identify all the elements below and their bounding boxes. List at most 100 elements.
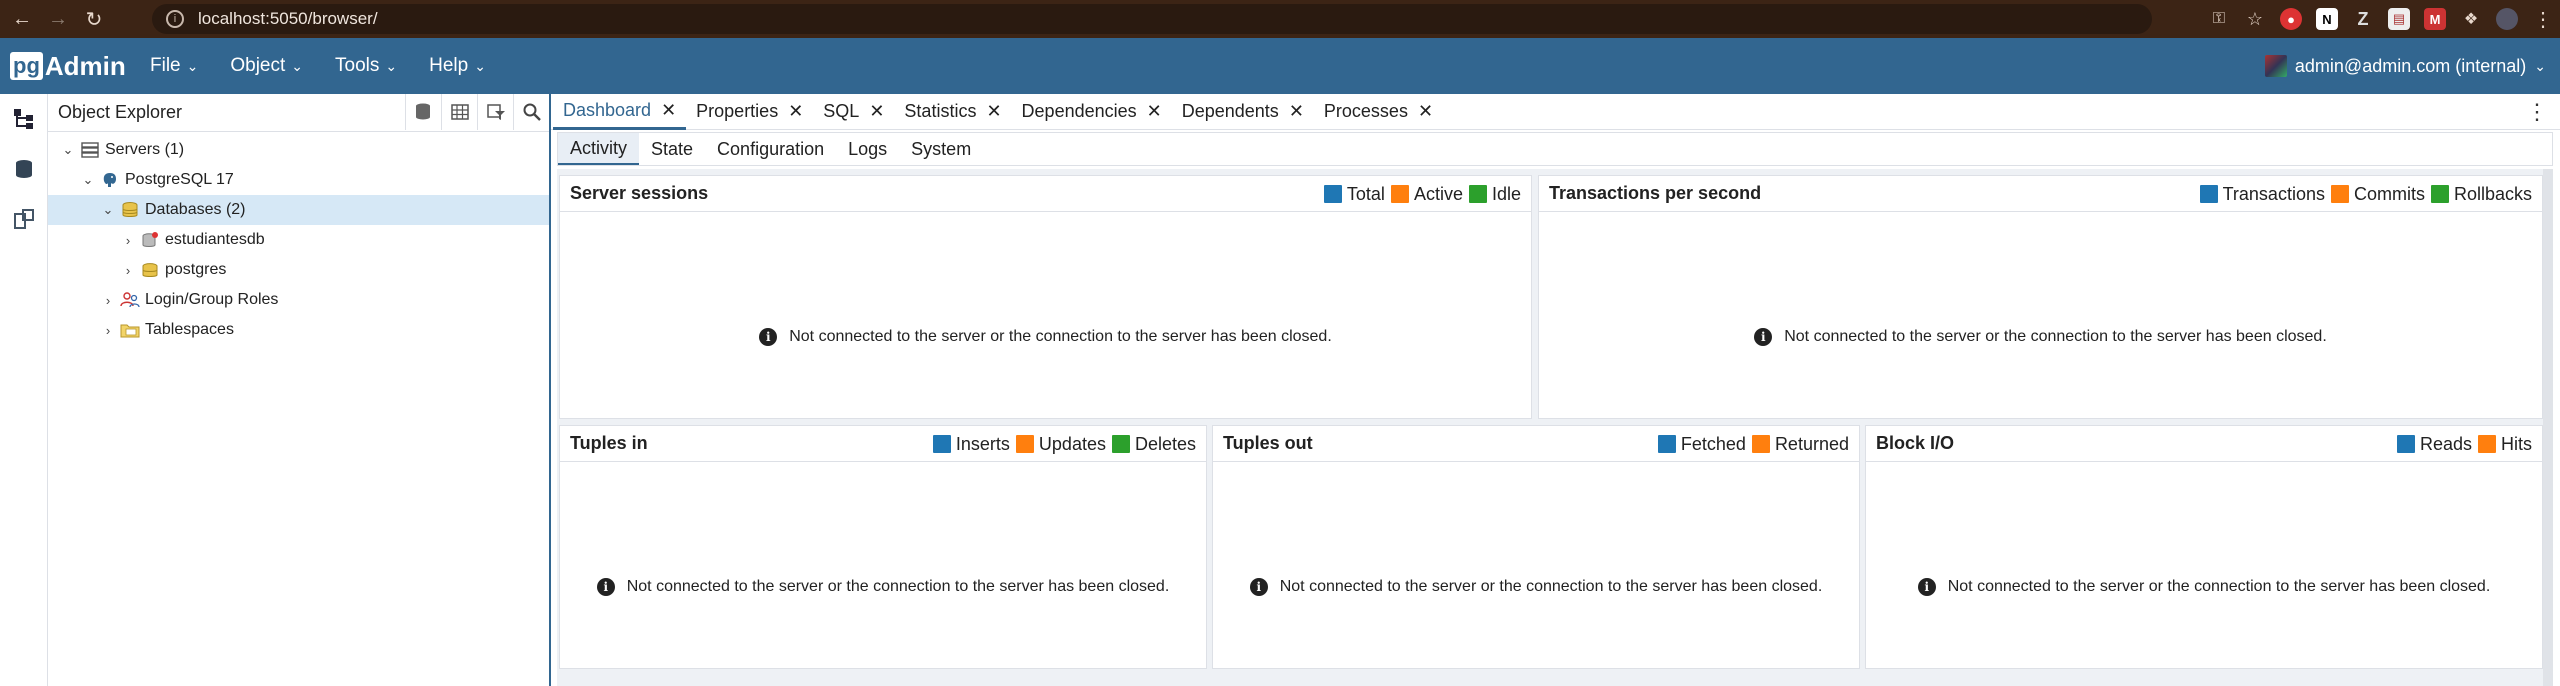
card-title: Transactions per second [1549,183,1762,203]
card-title: Block I/O [1876,433,1955,453]
app-header: pg Admin File ⌄ Object ⌄ Tools ⌄ Help ⌄ admin… [0,38,2560,94]
left-icon-rail [0,94,48,686]
tab-dashboard[interactable]: Dashboard ✕ [553,94,687,130]
extension-red-icon[interactable]: ● [2280,8,2302,30]
chevron-down-icon[interactable]: ⌄ [58,142,78,158]
databases-icon [120,201,140,219]
tree-node-postgresql-17[interactable]: ⌄ PostgreSQL 17 [48,165,549,195]
reload-icon[interactable]: ↻ [80,5,108,33]
legend-item[interactable]: Idle [1468,184,1521,205]
block-io-card: Block I/O Reads Hits i Not connected to t… [1865,425,2543,669]
extension-m-icon[interactable]: M [2424,8,2446,30]
subtab-configuration[interactable]: Configuration [705,133,836,165]
servers-icon [80,141,100,159]
chevron-right-icon[interactable]: › [98,323,118,338]
chart-legend: Inserts Updates Deletes [927,426,1196,462]
search-icon[interactable] [513,94,549,130]
tab-properties[interactable]: Properties ✕ [686,94,813,130]
close-icon[interactable]: ✕ [869,101,884,122]
extensions-puzzle-icon[interactable]: ❖ [2460,8,2482,30]
tree-node-estudiantesdb[interactable]: › estudiantesdb [48,225,549,255]
legend-item[interactable]: Inserts [932,434,1010,455]
forward-icon[interactable]: → [44,5,72,33]
vertical-scrollbar[interactable] [2543,169,2553,686]
menu-file[interactable]: File ⌄ [150,55,198,77]
object-explorer-icon[interactable] [0,94,48,144]
menu-object[interactable]: Object ⌄ [230,55,303,77]
tuples-out-card: Tuples out Fetched Returned i Not connect… [1212,425,1860,669]
not-connected-message: i Not connected to the server or the conn… [560,578,1206,596]
info-icon: i [1249,578,1268,596]
close-icon[interactable]: ✕ [661,100,676,121]
tree-node-login-group-roles[interactable]: › Login/Group Roles [48,285,549,315]
zotero-extension-icon[interactable]: Z [2352,8,2374,30]
tree-node-servers[interactable]: ⌄ Servers (1) [48,135,549,165]
query-tool-icon[interactable] [0,144,48,194]
legend-item[interactable]: Transactions [2199,184,2325,205]
chevron-right-icon[interactable]: › [98,293,118,308]
subtab-state[interactable]: State [639,133,705,165]
query-tool-button[interactable] [405,94,441,130]
legend-item[interactable]: Deletes [1111,434,1196,455]
subtab-logs[interactable]: Logs [836,133,899,165]
close-icon[interactable]: ✕ [1289,101,1304,122]
legend-item[interactable]: Fetched [1657,434,1746,455]
legend-item[interactable]: Total [1323,184,1385,205]
tab-dependents[interactable]: Dependents ✕ [1172,94,1314,130]
legend-item[interactable]: Hits [2478,434,2532,455]
legend-item[interactable]: Updates [1015,434,1106,455]
browser-toolbar: ← → ↻ i localhost:5050/browser/ ⚿ ☆ ● N … [0,0,2560,38]
more-options-icon[interactable]: ⋮ [2526,94,2548,130]
not-connected-message: i Not connected to the server or the conn… [1866,578,2542,596]
menu-help[interactable]: Help ⌄ [429,55,486,77]
tree-node-postgres[interactable]: › postgres [48,255,549,285]
tab-dependencies[interactable]: Dependencies ✕ [1012,94,1172,130]
close-icon[interactable]: ✕ [1418,101,1433,122]
legend-item[interactable]: Active [1390,184,1463,205]
tree-node-databases[interactable]: ⌄ Databases (2) [48,195,549,225]
dashboard-subtabs: Activity State Configuration Logs System [557,132,2553,166]
address-bar[interactable]: i localhost:5050/browser/ [152,4,2152,34]
extension-card-icon[interactable]: ▤ [2388,8,2410,30]
schema-diff-icon[interactable] [0,194,48,244]
browser-menu-icon[interactable]: ⋮ [2532,8,2554,31]
chevron-right-icon[interactable]: › [118,233,138,248]
menu-tools[interactable]: Tools ⌄ [335,55,397,77]
database-disconnected-icon [140,231,160,249]
tablespaces-folder-icon [120,321,140,339]
site-info-icon[interactable]: i [166,10,184,28]
tab-processes[interactable]: Processes ✕ [1314,94,1443,130]
not-connected-message: i Not connected to the server or the conn… [1213,578,1859,596]
legend-item[interactable]: Commits [2330,184,2425,205]
bookmark-star-icon[interactable]: ☆ [2244,8,2266,30]
subtab-system[interactable]: System [899,133,983,165]
filter-rows-button[interactable] [477,94,513,130]
url-text: localhost:5050/browser/ [198,9,378,28]
chevron-down-icon[interactable]: ⌄ [98,202,118,218]
chart-legend: Reads Hits [2391,426,2532,462]
object-explorer-panel: Object Explorer ⌄ Servers (1) ⌄ PostgreS… [48,94,551,686]
close-icon[interactable]: ✕ [986,101,1001,122]
subtab-activity[interactable]: Activity [558,133,640,165]
tab-sql[interactable]: SQL ✕ [813,94,894,130]
user-menu[interactable]: admin@admin.com (internal) ⌄ [2264,38,2546,94]
close-icon[interactable]: ✕ [788,101,803,122]
back-icon[interactable]: ← [8,5,36,33]
chevron-down-icon[interactable]: ⌄ [78,172,98,188]
not-connected-message: i Not connected to the server or the conn… [560,328,1531,346]
password-key-icon[interactable]: ⚿ [2208,8,2230,30]
tree-node-tablespaces[interactable]: › Tablespaces [48,315,549,345]
chevron-down-icon: ⌄ [291,57,304,74]
legend-item[interactable]: Rollbacks [2430,184,2532,205]
legend-item[interactable]: Reads [2396,434,2472,455]
close-icon[interactable]: ✕ [1147,101,1162,122]
tab-statistics[interactable]: Statistics ✕ [894,94,1011,130]
legend-item[interactable]: Returned [1751,434,1849,455]
dashboard-content: Server sessions Total Active Idle i Not c… [557,169,2553,686]
view-data-button[interactable] [441,94,477,130]
profile-avatar[interactable] [2496,8,2518,30]
chevron-down-icon: ⌄ [186,57,199,74]
chart-legend: Transactions Commits Rollbacks [2194,176,2532,212]
chevron-right-icon[interactable]: › [118,263,138,278]
notion-extension-icon[interactable]: N [2316,8,2338,30]
